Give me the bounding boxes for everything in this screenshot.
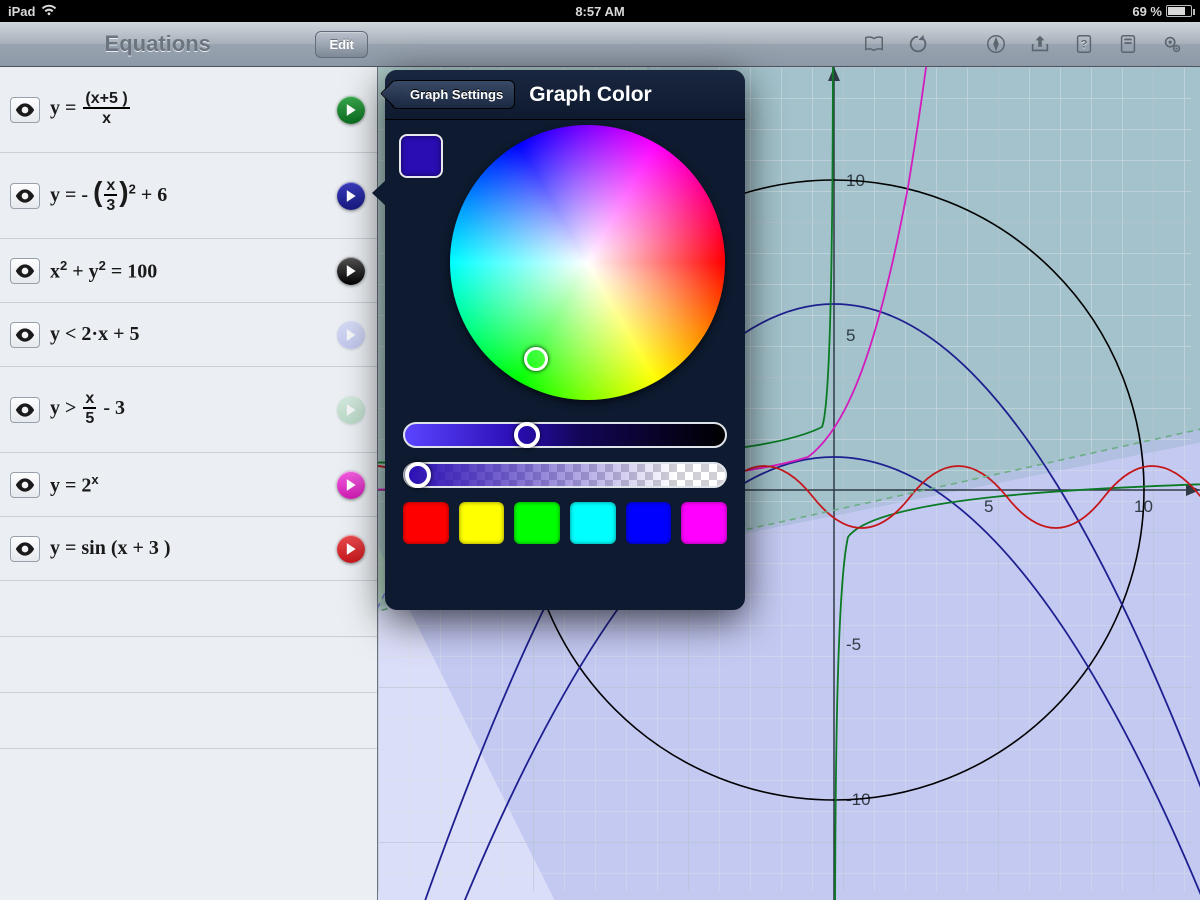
svg-text:-5: -5: [846, 635, 861, 654]
brightness-slider[interactable]: [403, 422, 727, 448]
equation-label: y = (x+5 )x: [50, 91, 132, 128]
empty-row: [0, 637, 377, 693]
equation-row[interactable]: y = sin (x + 3 ): [0, 517, 377, 581]
equation-disclosure[interactable]: [337, 535, 365, 563]
preset-colors: [403, 502, 727, 544]
graph-color-popover: Graph Settings Graph Color: [385, 70, 745, 610]
refresh-icon[interactable]: [898, 26, 938, 62]
preset-blue[interactable]: [626, 502, 672, 544]
equation-disclosure[interactable]: [337, 182, 365, 210]
battery-icon: [1166, 5, 1192, 17]
edit-button[interactable]: Edit: [315, 31, 368, 58]
svg-text:?: ?: [1081, 39, 1088, 51]
equations-sidebar: y = (x+5 )x y = - (x3)2 + 6 x2 + y2 = 10…: [0, 67, 378, 900]
empty-row: [0, 749, 377, 805]
equation-row[interactable]: y = (x+5 )x: [0, 67, 377, 153]
preset-cyan[interactable]: [570, 502, 616, 544]
share-icon[interactable]: [1020, 26, 1060, 62]
equation-disclosure[interactable]: [337, 396, 365, 424]
popover-title: Graph Color: [529, 83, 652, 107]
sidebar-title: Equations: [0, 31, 315, 57]
equation-disclosure[interactable]: [337, 321, 365, 349]
empty-row: [0, 693, 377, 749]
wifi-icon: [41, 4, 57, 19]
brightness-handle[interactable]: [514, 422, 540, 448]
color-wheel[interactable]: [450, 125, 725, 400]
equation-label: y = sin (x + 3 ): [50, 537, 171, 560]
axis-tick: 5: [984, 497, 993, 516]
equation-disclosure[interactable]: [337, 471, 365, 499]
equation-label: y < 2·x + 5: [50, 323, 139, 346]
opacity-slider[interactable]: [403, 462, 727, 488]
equation-label: y > x5 - 3: [50, 391, 125, 428]
open-book-icon[interactable]: [854, 26, 894, 62]
empty-row: [0, 581, 377, 637]
equation-disclosure[interactable]: [337, 257, 365, 285]
settings-icon[interactable]: [1152, 26, 1192, 62]
toolbar: Equations Edit ?: [0, 22, 1200, 67]
templates-icon[interactable]: [1108, 26, 1148, 62]
equation-label: y = - (x3)2 + 6: [50, 176, 167, 215]
battery-label: 69 %: [1132, 4, 1162, 19]
preset-yellow[interactable]: [459, 502, 505, 544]
compass-icon[interactable]: [976, 26, 1016, 62]
back-button[interactable]: Graph Settings: [391, 80, 515, 109]
svg-text:5: 5: [846, 326, 855, 345]
device-label: iPad: [8, 4, 35, 19]
equation-label: x2 + y2 = 100: [50, 258, 157, 284]
preset-red[interactable]: [403, 502, 449, 544]
visibility-toggle[interactable]: [10, 536, 40, 562]
popover-pointer: [372, 180, 386, 206]
equation-row[interactable]: y = - (x3)2 + 6: [0, 153, 377, 239]
visibility-toggle[interactable]: [10, 472, 40, 498]
clock: 8:57 AM: [575, 4, 624, 19]
preset-magenta[interactable]: [681, 502, 727, 544]
visibility-toggle[interactable]: [10, 183, 40, 209]
equation-label: y = 2x: [50, 472, 99, 498]
help-icon[interactable]: ?: [1064, 26, 1104, 62]
equation-row[interactable]: x2 + y2 = 100: [0, 239, 377, 303]
opacity-handle[interactable]: [405, 462, 431, 488]
current-color-swatch: [399, 134, 443, 178]
status-bar: iPad 8:57 AM 69 %: [0, 0, 1200, 22]
visibility-toggle[interactable]: [10, 322, 40, 348]
visibility-toggle[interactable]: [10, 97, 40, 123]
equation-row[interactable]: y < 2·x + 5: [0, 303, 377, 367]
equation-disclosure[interactable]: [337, 96, 365, 124]
preset-green[interactable]: [514, 502, 560, 544]
visibility-toggle[interactable]: [10, 258, 40, 284]
visibility-toggle[interactable]: [10, 397, 40, 423]
color-wheel-handle[interactable]: [524, 347, 548, 371]
equation-row[interactable]: y > x5 - 3: [0, 367, 377, 453]
equation-row[interactable]: y = 2x: [0, 453, 377, 517]
